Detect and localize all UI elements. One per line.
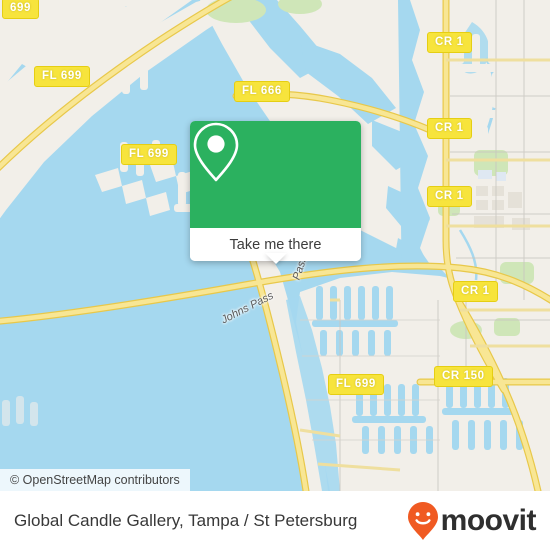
road-shield: CR 150: [434, 366, 493, 387]
footer-bar: Global Candle Gallery, Tampa / St Peters…: [0, 491, 550, 550]
moovit-logo[interactable]: moovit: [407, 501, 537, 541]
popup-pointer-tail: [265, 253, 287, 264]
road-shield: FL 666: [234, 81, 290, 102]
road-shield: FL 699: [34, 66, 90, 87]
road-shield: CR 1: [427, 118, 472, 139]
popup-marker-area: [190, 121, 361, 228]
screenshot-root: 699 FL 699 FL 666 FL 699 CR 1 CR 1 CR 1 …: [0, 0, 550, 550]
road-shield: FL 699: [328, 374, 384, 395]
moovit-smiley-pin-icon: [407, 501, 438, 540]
brand-wordmark: moovit: [440, 503, 537, 537]
road-shield: FL 699: [121, 144, 177, 165]
map-canvas[interactable]: 699 FL 699 FL 666 FL 699 CR 1 CR 1 CR 1 …: [0, 0, 550, 491]
map-pin-icon: [193, 122, 239, 182]
road-shield: CR 1: [453, 281, 498, 302]
location-popup-card[interactable]: Take me there: [190, 121, 361, 261]
page-title: Global Candle Gallery, Tampa / St Peters…: [14, 510, 358, 530]
road-shield: CR 1: [427, 32, 472, 53]
road-shield: CR 1: [427, 186, 472, 207]
map-attribution[interactable]: © OpenStreetMap contributors: [0, 469, 190, 491]
road-shield: 699: [2, 0, 39, 19]
